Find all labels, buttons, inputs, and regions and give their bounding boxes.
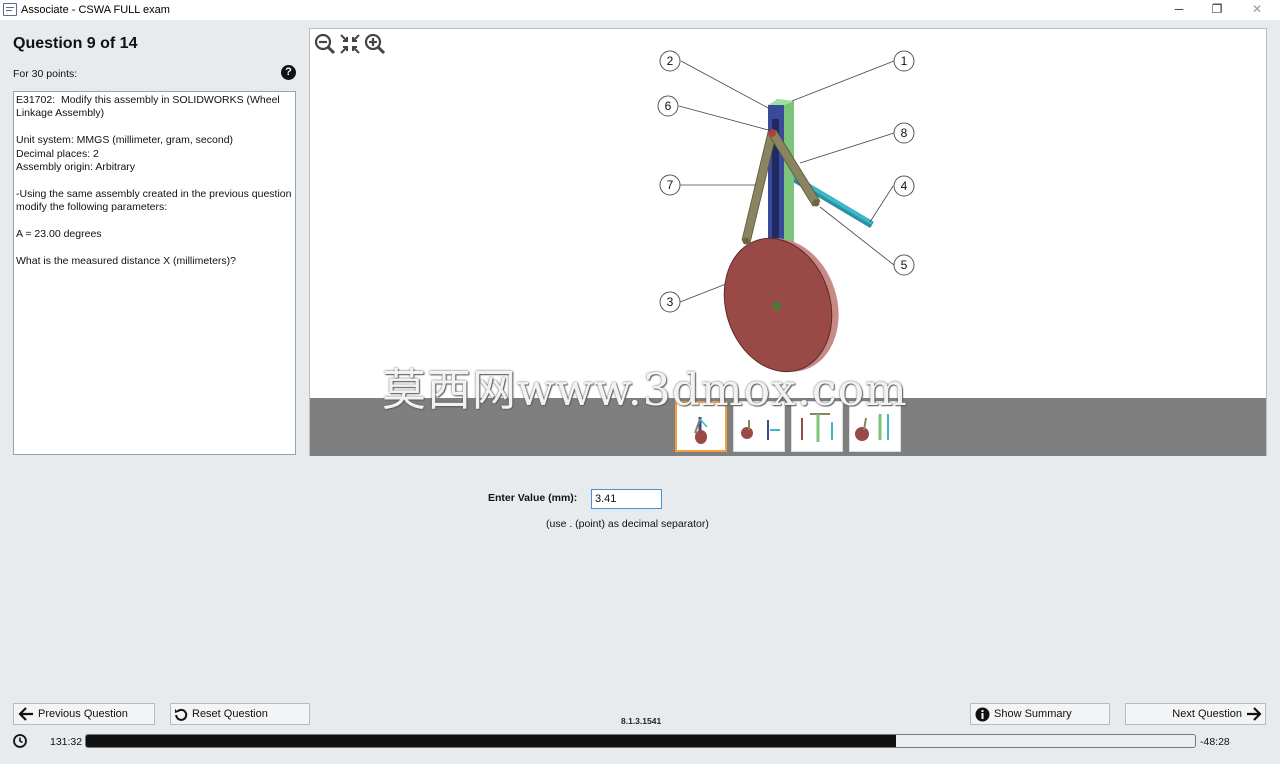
help-icon[interactable]: ? xyxy=(281,65,296,80)
thumbnail-preview xyxy=(694,417,708,444)
question-text: E31702: Modify this assembly in SOLIDWOR… xyxy=(13,91,296,455)
time-progress-bar xyxy=(85,734,1196,748)
wheel-hub xyxy=(773,301,781,311)
callout-label: 8 xyxy=(901,126,908,140)
callout-1: 1 xyxy=(893,50,915,72)
version-label: 8.1.3.1541 xyxy=(621,716,662,726)
question-points: For 30 points: xyxy=(13,68,78,80)
close-button[interactable]: ✕ xyxy=(1238,0,1276,20)
callout-label: 6 xyxy=(665,99,672,113)
callout-label: 7 xyxy=(667,178,674,192)
callout-3: 3 xyxy=(659,291,681,313)
time-progress-fill xyxy=(86,735,896,747)
previous-question-label: Previous Question xyxy=(38,708,128,720)
callout-label: 2 xyxy=(667,54,674,68)
model-viewer[interactable]: 1 2 3 4 5 6 7 8 xyxy=(309,28,1267,456)
thumbnail-preview xyxy=(855,414,889,441)
reset-question-button[interactable]: Reset Question xyxy=(170,703,310,725)
window-title: Associate - CSWA FULL exam xyxy=(21,4,170,16)
callout-2: 2 xyxy=(659,50,681,72)
next-question-button[interactable]: Next Question xyxy=(1125,703,1266,725)
next-question-label: Next Question xyxy=(1172,708,1242,720)
callout-label: 3 xyxy=(667,295,674,309)
thumbnail-strip xyxy=(310,398,1266,456)
thumbnail-preview xyxy=(801,413,833,442)
restore-button[interactable]: ❐ xyxy=(1198,0,1236,20)
callout-7: 7 xyxy=(659,174,681,196)
clock-icon xyxy=(13,734,27,748)
callout-label: 1 xyxy=(901,54,908,68)
reset-question-label: Reset Question xyxy=(192,708,268,720)
upright-side xyxy=(784,101,794,251)
thumbnail-view-3[interactable] xyxy=(791,401,843,452)
callout-label: 4 xyxy=(901,179,908,193)
show-summary-button[interactable]: Show Summary xyxy=(970,703,1110,725)
question-title: Question 9 of 14 xyxy=(13,35,138,52)
enter-value-label: Enter Value (mm): xyxy=(488,492,578,504)
app-icon xyxy=(3,3,17,16)
thumbnail-view-4[interactable] xyxy=(849,401,901,452)
info-icon xyxy=(975,707,990,721)
decimal-separator-hint: (use . (point) as decimal separator) xyxy=(546,518,709,530)
pin-right xyxy=(812,199,820,207)
callout-8: 8 xyxy=(893,122,915,144)
arrow-right-icon xyxy=(1247,707,1262,721)
minimize-button[interactable]: ─ xyxy=(1160,0,1198,20)
callout-4: 4 xyxy=(893,175,915,197)
previous-question-button[interactable]: Previous Question xyxy=(13,703,155,725)
value-input[interactable] xyxy=(591,489,662,509)
elapsed-time: 131:32 xyxy=(50,736,83,748)
callout-label: 5 xyxy=(901,258,908,272)
thumbnail-view-2[interactable] xyxy=(733,401,785,452)
assembly-drawing: 1 2 3 4 5 6 7 8 xyxy=(657,50,915,373)
reset-icon xyxy=(175,708,188,721)
callout-6: 6 xyxy=(657,95,679,117)
thumbnail-view-1[interactable] xyxy=(675,401,727,452)
show-summary-label: Show Summary xyxy=(994,708,1072,720)
thumbnail-preview xyxy=(741,420,780,440)
remaining-time: -48:28 xyxy=(1200,736,1230,748)
callout-5: 5 xyxy=(893,254,915,276)
arrow-left-icon xyxy=(18,707,33,721)
title-bar: Associate - CSWA FULL exam ─ ❐ ✕ xyxy=(0,0,1280,20)
pin-bottom xyxy=(742,237,750,245)
